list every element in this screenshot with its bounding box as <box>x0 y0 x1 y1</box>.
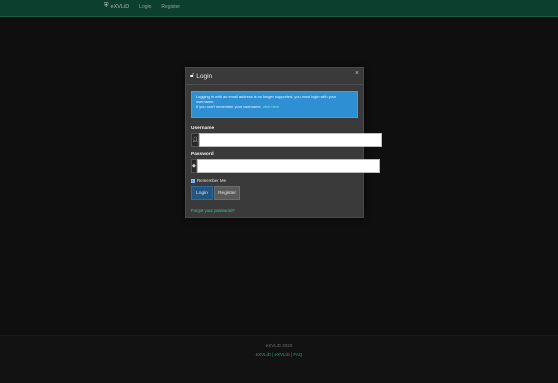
footer: eXVLiD 2020 eXVLiD | eXVLiD | FAQ <box>0 335 558 383</box>
register-button[interactable]: Register <box>214 186 240 200</box>
brand[interactable]: ⛨ eXVLiD <box>104 3 129 10</box>
login-modal: 🔓︎ Login × Logging in with an email addr… <box>185 67 383 218</box>
nav-login-link[interactable]: Login <box>139 4 151 10</box>
remember-me-label: Remember Me <box>197 178 227 183</box>
lock-icon: 🔓︎ <box>190 72 195 79</box>
close-icon[interactable]: × <box>355 70 359 77</box>
password-input-group: ◆ <box>191 159 380 173</box>
remember-me-checkbox[interactable]: ✓ <box>191 178 195 183</box>
username-label: Username <box>191 126 215 131</box>
remember-me[interactable]: ✓ Remember Me <box>191 178 226 183</box>
nav-register-link[interactable]: Register <box>161 4 180 10</box>
alert-line2-prefix: If you can't remember your username, <box>196 103 263 109</box>
password-input[interactable] <box>196 159 380 173</box>
user-icon: 👤︎ <box>191 133 200 147</box>
top-navbar: ⛨ eXVLiD Login Register <box>0 0 558 17</box>
username-input[interactable] <box>199 133 383 147</box>
forgot-password-link[interactable]: Forgot your password? <box>191 208 235 213</box>
username-input-group: 👤︎ <box>191 133 383 147</box>
shield-icon: ⛨ <box>104 3 109 9</box>
info-alert: Logging in with an email address is no l… <box>191 91 358 118</box>
footer-links[interactable]: eXVLiD | eXVLiD | FAQ <box>0 352 558 357</box>
navbar-content: ⛨ eXVLiD Login Register <box>104 3 180 10</box>
alert-line1: Logging in with an email address is no l… <box>196 94 337 104</box>
modal-title: 🔓︎ Login <box>190 72 212 80</box>
brand-text: eXVLiD <box>110 3 130 10</box>
footer-copyright: eXVLiD 2020 <box>265 343 293 348</box>
modal-header: 🔓︎ Login × <box>186 68 363 85</box>
password-label: Password <box>191 152 214 157</box>
login-button[interactable]: Login <box>191 186 213 200</box>
modal-title-text: Login <box>196 72 213 80</box>
alert-click-here-link[interactable]: click here <box>263 104 279 109</box>
